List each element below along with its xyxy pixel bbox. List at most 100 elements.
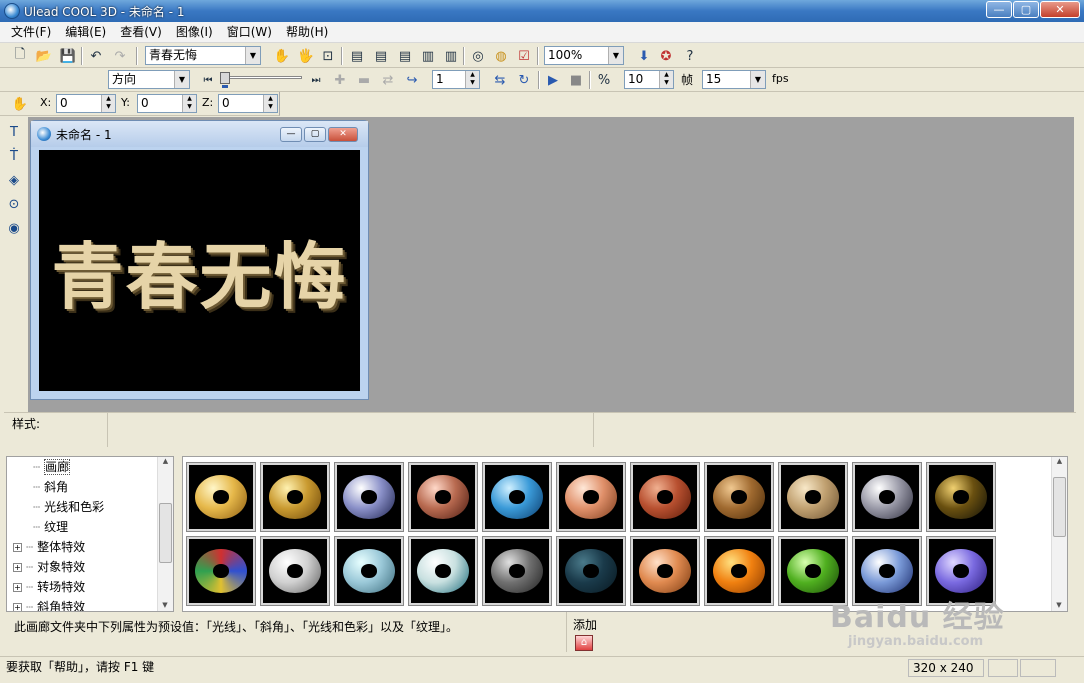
align-top-icon[interactable]: ▥ bbox=[418, 46, 438, 66]
align-center-icon[interactable]: ▤ bbox=[371, 46, 391, 66]
tree-item-light-color[interactable]: ┄ 光线和色彩 bbox=[7, 497, 173, 517]
insert-shape-icon[interactable]: ◈ bbox=[4, 170, 24, 190]
context-help-icon[interactable]: ? bbox=[680, 46, 700, 66]
tree-item-bevel[interactable]: ┄ 斜角 bbox=[7, 477, 173, 497]
reverse-keyframe-icon[interactable]: ⇄ bbox=[378, 70, 398, 90]
gallery-thumbnail[interactable] bbox=[408, 462, 478, 532]
spin-arrows-icon[interactable]: ▲ ▼ bbox=[101, 95, 115, 112]
check-box-icon[interactable]: ☑ bbox=[514, 46, 534, 66]
palette-icon[interactable]: ✪ bbox=[656, 46, 676, 66]
menu-window[interactable]: 窗口(W) bbox=[220, 22, 279, 43]
expand-icon[interactable]: + bbox=[13, 603, 22, 611]
gallery-thumbnail[interactable] bbox=[408, 536, 478, 606]
fit-view-icon[interactable]: ⊡ bbox=[318, 46, 338, 66]
gallery-thumbnail[interactable] bbox=[260, 536, 330, 606]
gallery-thumbnail[interactable] bbox=[704, 536, 774, 606]
tree-item-gallery[interactable]: ┄ 画廊 bbox=[7, 457, 173, 477]
tree-scroll-thumb[interactable] bbox=[159, 503, 172, 563]
gallery-thumbnail[interactable] bbox=[556, 462, 626, 532]
chevron-down-icon[interactable]: ▼ bbox=[750, 71, 765, 88]
gallery-thumbnail[interactable] bbox=[334, 462, 404, 532]
save-icon[interactable]: 💾 bbox=[58, 46, 78, 66]
globe-icon[interactable]: ◍ bbox=[491, 46, 511, 66]
menu-help[interactable]: 帮助(H) bbox=[279, 22, 335, 43]
minimize-button[interactable]: — bbox=[986, 1, 1012, 18]
new-file-icon[interactable]: 🗋 bbox=[10, 46, 30, 66]
undo-icon[interactable]: ↶ bbox=[86, 46, 106, 66]
gallery-thumbnail[interactable] bbox=[186, 536, 256, 606]
hand-pan-icon[interactable]: ✋ bbox=[272, 46, 292, 66]
doc-close-button[interactable]: ✕ bbox=[328, 127, 358, 142]
gallery-thumbnail[interactable] bbox=[482, 462, 552, 532]
chevron-down-icon[interactable]: ▼ bbox=[608, 47, 623, 64]
canvas[interactable]: 青春无悔 bbox=[39, 150, 360, 391]
add-keyframe-icon[interactable]: ✚ bbox=[330, 70, 350, 90]
scroll-down-icon[interactable]: ▼ bbox=[1052, 601, 1066, 609]
gallery-thumbnail[interactable] bbox=[704, 462, 774, 532]
menu-edit[interactable]: 编辑(E) bbox=[58, 22, 113, 43]
spin-arrows-icon[interactable]: ▲ ▼ bbox=[182, 95, 196, 112]
gallery-thumbnail[interactable] bbox=[186, 462, 256, 532]
remove-keyframe-icon[interactable]: ▬ bbox=[354, 70, 374, 90]
timeline-slider[interactable] bbox=[220, 72, 302, 88]
title-bar[interactable]: Ulead COOL 3D - 未命名 - 1 — ▢ ✕ bbox=[0, 0, 1084, 22]
spin-arrows-icon[interactable]: ▲ ▼ bbox=[263, 95, 277, 112]
doc-minimize-button[interactable]: — bbox=[280, 127, 302, 142]
zoom-combo[interactable]: 100% ▼ bbox=[544, 46, 624, 65]
align-right-icon[interactable]: ▤ bbox=[395, 46, 415, 66]
chevron-down-icon[interactable]: ▼ bbox=[174, 71, 189, 88]
stop-icon[interactable]: ■ bbox=[566, 70, 586, 90]
gallery-thumbnail[interactable] bbox=[334, 536, 404, 606]
gallery-thumbnail[interactable] bbox=[630, 536, 700, 606]
spin-arrows-icon[interactable]: ▲ ▼ bbox=[465, 71, 479, 88]
add-to-gallery-icon[interactable]: ⌂ bbox=[575, 635, 593, 651]
first-keyframe-icon[interactable]: ⏮ bbox=[198, 70, 218, 90]
geometry-icon[interactable]: ◉ bbox=[4, 218, 24, 238]
gallery-thumbnail[interactable] bbox=[778, 462, 848, 532]
gallery-thumbnail[interactable] bbox=[630, 462, 700, 532]
gallery-scrollbar[interactable]: ▲ ▼ bbox=[1051, 457, 1067, 611]
last-keyframe-icon[interactable]: ⏭ bbox=[306, 70, 326, 90]
x-spin[interactable]: 0 ▲ ▼ bbox=[56, 94, 116, 113]
gallery-thumbnail[interactable] bbox=[926, 462, 996, 532]
loop-arrow-icon[interactable]: ↪ bbox=[402, 70, 422, 90]
y-spin[interactable]: 0 ▲ ▼ bbox=[137, 94, 197, 113]
tree-item-object-fx[interactable]: + ┄ 对象特效 bbox=[7, 557, 173, 577]
direction-combo[interactable]: 方向 ▼ bbox=[108, 70, 190, 89]
menu-image[interactable]: 图像(I) bbox=[169, 22, 220, 43]
scroll-down-icon[interactable]: ▼ bbox=[158, 601, 172, 609]
scroll-up-icon[interactable]: ▲ bbox=[158, 457, 173, 465]
percent-icon[interactable]: % bbox=[594, 70, 614, 90]
insert-text-icon[interactable]: T bbox=[4, 122, 24, 142]
expand-icon[interactable]: + bbox=[13, 563, 22, 572]
redo-icon[interactable]: ↷ bbox=[110, 46, 130, 66]
gallery-thumbnail[interactable] bbox=[260, 462, 330, 532]
menu-file[interactable]: 文件(F) bbox=[4, 22, 58, 43]
expand-icon[interactable]: + bbox=[13, 583, 22, 592]
gallery-thumbnail[interactable] bbox=[482, 536, 552, 606]
doc-maximize-button[interactable]: ▢ bbox=[304, 127, 326, 142]
move-tool-icon[interactable]: ✋ bbox=[10, 94, 30, 114]
insert-object-icon[interactable]: ⊙ bbox=[4, 194, 24, 214]
align-bottom-icon[interactable]: ▥ bbox=[441, 46, 461, 66]
tree-scrollbar[interactable]: ▲ ▼ bbox=[157, 457, 173, 611]
frames-total-spin[interactable]: 10 ▲ ▼ bbox=[624, 70, 674, 89]
tree-item-global-fx[interactable]: + ┄ 整体特效 bbox=[7, 537, 173, 557]
frame-spin[interactable]: 1 ▲ ▼ bbox=[432, 70, 480, 89]
close-button[interactable]: ✕ bbox=[1040, 1, 1080, 18]
camera-icon[interactable]: ◎ bbox=[468, 46, 488, 66]
canvas-title-text[interactable]: 青春无悔 bbox=[51, 218, 347, 323]
rotate-hand-icon[interactable]: 🖐 bbox=[296, 46, 316, 66]
z-spin[interactable]: 0 ▲ ▼ bbox=[218, 94, 278, 113]
open-folder-icon[interactable]: 📂 bbox=[34, 46, 54, 66]
maximize-button[interactable]: ▢ bbox=[1013, 1, 1039, 18]
chevron-down-icon[interactable]: ▼ bbox=[245, 47, 260, 64]
tree-item-texture[interactable]: ┄ 纹理 bbox=[7, 517, 173, 537]
align-left-icon[interactable]: ▤ bbox=[347, 46, 367, 66]
document-title-bar[interactable]: 未命名 - 1 — ▢ ✕ bbox=[31, 121, 368, 147]
gallery-thumbnail[interactable] bbox=[852, 462, 922, 532]
export-icon[interactable]: ⬇ bbox=[634, 46, 654, 66]
tree-item-transition-fx[interactable]: + ┄ 转场特效 bbox=[7, 577, 173, 597]
gallery-thumbnail[interactable] bbox=[556, 536, 626, 606]
menu-view[interactable]: 查看(V) bbox=[113, 22, 169, 43]
